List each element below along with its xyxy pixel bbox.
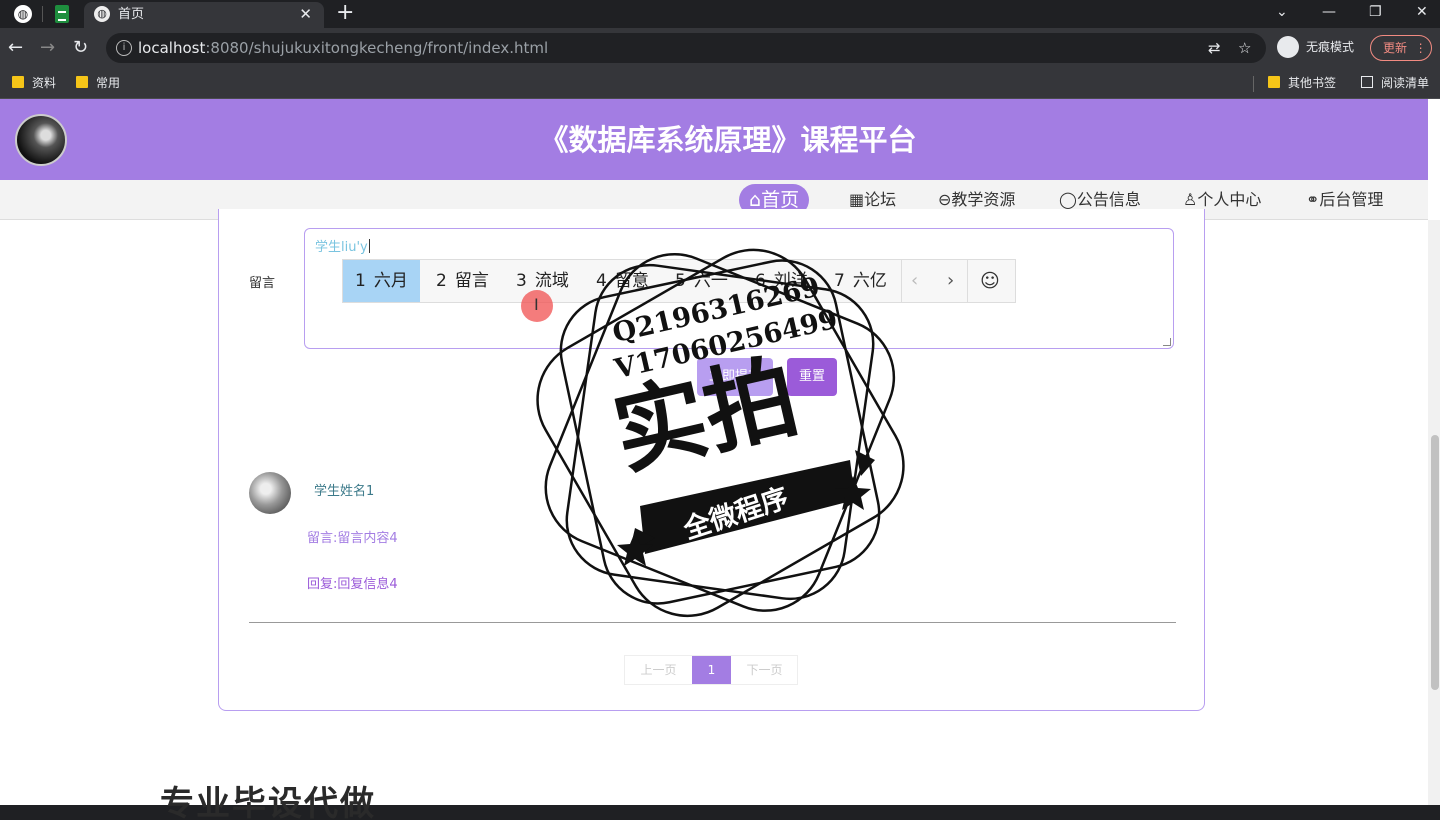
update-button[interactable]: 更新 ⋮ xyxy=(1370,35,1432,61)
incognito-label: 无痕模式 xyxy=(1306,40,1355,54)
circle-icon: ◯ xyxy=(1059,190,1077,209)
ime-candidate[interactable]: 1 六月 xyxy=(343,260,420,302)
browser-tab-active[interactable]: ◍ 首页 ✕ xyxy=(84,2,324,28)
folder-icon xyxy=(12,76,24,88)
ime-candidate[interactable]: 7 六亿 xyxy=(834,260,887,302)
tab-title: 首页 xyxy=(118,7,145,22)
scrollbar-thumb[interactable] xyxy=(1431,435,1439,690)
tab-search-chevron-icon[interactable]: ⌄ xyxy=(1276,0,1288,24)
reply-content: 回复:回复信息4 xyxy=(307,577,398,592)
folder-icon xyxy=(76,76,88,88)
message-content: 留言:留言内容4 xyxy=(307,531,398,546)
emoji-icon[interactable]: ☺ xyxy=(980,260,1000,302)
back-icon[interactable]: ← xyxy=(8,36,23,60)
reading-list[interactable]: 阅读清单 xyxy=(1361,74,1429,92)
new-tab-button[interactable]: + xyxy=(336,0,354,26)
browser-tab-bar: ◍ ◍ 首页 ✕ + ⌄ — ❐ ✕ xyxy=(0,0,1440,28)
prev-page-button[interactable]: 上一页 xyxy=(625,656,692,684)
message-field-label: 留言 xyxy=(249,276,276,291)
ime-candidate[interactable]: 5 六一 xyxy=(675,260,728,302)
favicon-globe-icon: ◍ xyxy=(94,6,110,22)
ime-next-icon[interactable]: › xyxy=(947,260,954,302)
student-name: 学生姓名1 xyxy=(314,484,375,499)
minimize-icon[interactable]: — xyxy=(1322,0,1336,24)
ime-candidate[interactable]: 4 留意 xyxy=(596,260,649,302)
browser-toolbar: ← → ↻ i localhost:8080/shujukuxitongkech… xyxy=(0,28,1440,68)
submit-button[interactable]: 立即提交 xyxy=(697,358,773,396)
bookmark-separator xyxy=(1253,76,1254,92)
tab-close-icon[interactable]: ✕ xyxy=(299,4,312,24)
folder-icon xyxy=(1268,76,1280,88)
ime-candidate[interactable]: 2 留言 xyxy=(436,260,489,302)
ime-prev-icon[interactable]: ‹ xyxy=(911,260,918,302)
site-title: 《数据库系统原理》课程平台 xyxy=(539,123,917,157)
bookmark-folder-2[interactable]: 常用 xyxy=(76,74,120,92)
bookmarks-bar: 资料 常用 其他书签 阅读清单 xyxy=(0,68,1440,99)
restore-icon[interactable]: ❐ xyxy=(1369,0,1382,24)
sheets-icon[interactable] xyxy=(55,5,69,23)
site-header: 《数据库系统原理》课程平台 xyxy=(0,99,1428,180)
other-bookmarks[interactable]: 其他书签 xyxy=(1268,74,1336,92)
site-info-icon[interactable]: i xyxy=(116,40,132,56)
tab-separator xyxy=(42,6,43,22)
reload-icon[interactable]: ↻ xyxy=(73,36,88,60)
grid-icon: ▦ xyxy=(849,190,865,209)
page-viewport: 《数据库系统原理》课程平台 ⌂首页 ▦论坛 ⊖教学资源 ◯公告信息 ♙个人中心 … xyxy=(0,99,1440,805)
user-icon: ♙ xyxy=(1183,190,1198,209)
reading-list-icon xyxy=(1361,76,1373,88)
ime-separator xyxy=(901,260,902,302)
page-1-button[interactable]: 1 xyxy=(692,656,731,684)
divider xyxy=(249,622,1176,623)
forward-icon[interactable]: → xyxy=(40,36,55,60)
globe-icon[interactable]: ◍ xyxy=(14,5,32,23)
ime-separator xyxy=(967,260,968,302)
url-text[interactable]: localhost:8080/shujukuxitongkecheng/fron… xyxy=(138,38,548,58)
nav-admin[interactable]: ⚭后台管理 xyxy=(1306,184,1383,216)
translate-icon[interactable]: ⇄ xyxy=(1208,38,1221,58)
printer-icon: ⊖ xyxy=(938,190,952,209)
next-page-button[interactable]: 下一页 xyxy=(731,656,798,684)
address-bar[interactable]: i localhost:8080/shujukuxitongkecheng/fr… xyxy=(106,33,1266,63)
ime-candidate-bar: 1 六月 2 留言 3 流域 4 留意 5 六一 6 刘洋 7 六亿 ‹ › ☺ xyxy=(342,259,1016,303)
text-cursor-icon: I xyxy=(534,295,539,314)
reset-button[interactable]: 重置 xyxy=(787,358,837,396)
close-window-icon[interactable]: ✕ xyxy=(1416,0,1428,24)
incognito-icon[interactable] xyxy=(1277,36,1299,58)
resize-handle-icon[interactable] xyxy=(1163,338,1171,346)
bookmark-star-icon[interactable]: ☆ xyxy=(1238,38,1251,58)
link-icon: ⚭ xyxy=(1306,190,1320,209)
avatar xyxy=(249,472,291,514)
home-icon: ⌂ xyxy=(749,189,762,211)
ime-candidate[interactable]: 6 刘洋 xyxy=(755,260,808,302)
message-input-text[interactable]: 学生liu'y xyxy=(315,239,370,257)
text-caret xyxy=(368,239,370,253)
video-caption: 专业毕设代做 xyxy=(160,784,376,820)
bookmark-folder-1[interactable]: 资料 xyxy=(12,74,56,92)
pagination: 上一页 1 下一页 xyxy=(624,655,798,685)
